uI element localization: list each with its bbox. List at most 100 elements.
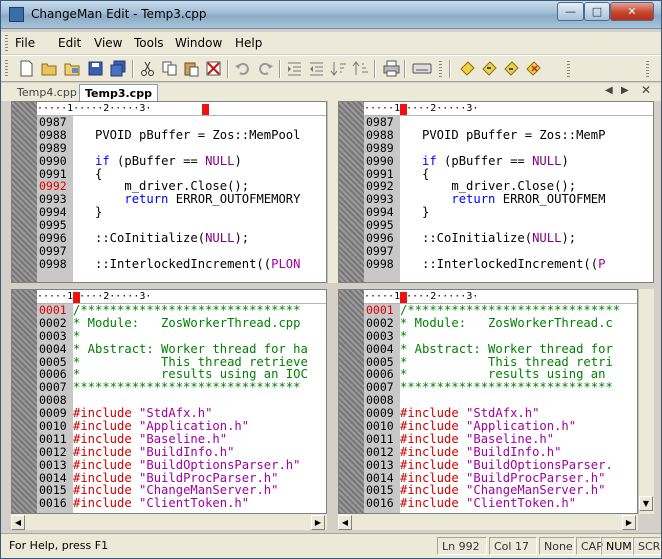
- code-line[interactable]: *****************************: [400, 381, 637, 394]
- code-line[interactable]: return ERROR_OUTOFMEM: [400, 193, 653, 206]
- status-scroll-lock: SCRL: [633, 537, 662, 555]
- paste-icon[interactable]: [183, 60, 200, 77]
- sort-ascending-icon[interactable]: [330, 60, 347, 77]
- save-icon[interactable]: [87, 60, 104, 77]
- window-title: ChangeMan Edit - Temp3.cpp: [31, 7, 207, 21]
- code-line[interactable]: return ERROR_OUTOFMEMORY: [73, 193, 326, 206]
- line-number-column: 0001 0002 0003 0004 0005 0006 0007 0008 0009 0010…: [364, 304, 400, 513]
- minimize-button[interactable]: —: [557, 2, 584, 21]
- editor-pane-top-right[interactable]: ·····1·····2·····3· 0987 0988 0989 0990 0991…: [338, 101, 654, 283]
- toolbar: [1, 55, 661, 82]
- open-folder-icon[interactable]: [41, 60, 58, 77]
- editor-pane-bottom-left[interactable]: ·····1·····2·····3· 0001 0002 0003 0004 0005…: [11, 289, 327, 514]
- outdent-icon[interactable]: [308, 60, 325, 77]
- tab-temp3-cpp[interactable]: Temp3.cpp: [79, 84, 158, 101]
- code-line[interactable]: * Module: ZosWorkerThread.c: [400, 316, 637, 330]
- code-line[interactable]: PVOID pBuffer = Zos::MemPool: [73, 128, 326, 142]
- copy-icon[interactable]: [161, 60, 178, 77]
- status-help-text: For Help, press F1: [9, 539, 109, 552]
- close-button[interactable]: ✕: [610, 2, 654, 21]
- code-line[interactable]: if (pBuffer == NULL): [73, 154, 326, 168]
- toolbar-grip-icon[interactable]: [5, 60, 8, 78]
- vertical-scrollbar[interactable]: ▼: [638, 289, 654, 514]
- code-area[interactable]: PVOID pBuffer = Zos::MemP if (pBuffer ==…: [400, 116, 653, 282]
- open-project-icon[interactable]: [64, 60, 81, 77]
- horizontal-scrollbar[interactable]: ◀ ▶: [11, 514, 327, 530]
- code-line[interactable]: [73, 142, 326, 155]
- pane-gutter: [339, 102, 364, 282]
- status-num-lock: NUM: [601, 537, 633, 555]
- code-line[interactable]: PVOID pBuffer = Zos::MemP: [400, 128, 653, 142]
- column-ruler: ·····1·····2·····3·: [37, 102, 326, 116]
- code-line[interactable]: ::CoInitialize(NULL);: [400, 232, 653, 245]
- save-all-icon[interactable]: [110, 60, 127, 77]
- editor-pane-top-left[interactable]: ·····1·····2·····3· 0987 0988 0989 0990 0991…: [11, 101, 327, 283]
- maximize-button[interactable]: □: [584, 2, 610, 21]
- pane-gutter: [12, 102, 37, 282]
- menubar-grip-icon[interactable]: [5, 35, 8, 51]
- menu-edit[interactable]: Edit: [58, 36, 81, 50]
- indent-icon[interactable]: [286, 60, 303, 77]
- cursor-column-marker: [73, 292, 80, 303]
- code-area[interactable]: PVOID pBuffer = Zos::MemPool if (pBuffer…: [73, 116, 326, 282]
- delete-icon[interactable]: [205, 60, 222, 77]
- keyboard-icon[interactable]: [412, 60, 432, 77]
- tab-scroll-right-icon[interactable]: ▶: [621, 85, 629, 96]
- menu-window[interactable]: Window: [175, 36, 222, 50]
- app-icon: [9, 7, 24, 22]
- code-line[interactable]: ::CoInitialize(NULL);: [73, 232, 326, 245]
- menu-help[interactable]: Help: [235, 36, 262, 50]
- code-line[interactable]: [73, 116, 326, 129]
- print-icon[interactable]: [383, 60, 400, 77]
- undo-icon[interactable]: [234, 60, 251, 77]
- code-line[interactable]: ::InterlockedIncrement((PLON: [73, 257, 326, 271]
- redo-icon[interactable]: [257, 60, 274, 77]
- sort-descending-icon[interactable]: [352, 60, 369, 77]
- editor-pane-bottom-right[interactable]: ·····1·····2·····3· 0001 0002 0003 0004 0005…: [338, 289, 638, 514]
- status-caps-lock: CAP: [576, 537, 603, 555]
- code-line[interactable]: if (pBuffer == NULL): [400, 154, 653, 168]
- horizontal-scrollbar[interactable]: ◀ ▶: [338, 514, 638, 530]
- menu-file[interactable]: File: [15, 36, 35, 50]
- toolbar-grip-icon[interactable]: [439, 61, 442, 77]
- code-line[interactable]: ::InterlockedIncrement((P: [400, 257, 653, 271]
- toolbar-grip-icon[interactable]: [567, 61, 570, 77]
- menu-view[interactable]: View: [94, 36, 122, 50]
- bookmark-clear-icon[interactable]: [525, 60, 542, 77]
- code-line[interactable]: [400, 142, 653, 155]
- cut-icon[interactable]: [139, 60, 156, 77]
- scroll-down-icon[interactable]: ▼: [639, 496, 653, 511]
- new-file-icon[interactable]: [18, 60, 35, 77]
- bookmark-previous-icon[interactable]: [503, 60, 520, 77]
- line-number-column: 0001 0002 0003 0004 0005 0006 0007 0008 0009 0010…: [37, 304, 73, 513]
- menu-bar: File Edit View Tools Window Help: [1, 32, 661, 54]
- toolbar-grip-icon[interactable]: [646, 61, 649, 77]
- code-line[interactable]: [400, 245, 653, 258]
- scroll-right-icon[interactable]: ▶: [622, 515, 636, 530]
- code-area[interactable]: /***************************** * Module: …: [400, 304, 637, 513]
- code-line[interactable]: *******************************: [73, 381, 326, 394]
- cursor-column-marker: [202, 104, 209, 115]
- scroll-right-icon[interactable]: ▶: [311, 515, 325, 530]
- tab-scroll-left-icon[interactable]: ◀: [605, 85, 613, 96]
- title-bar[interactable]: ChangeMan Edit - Temp3.cpp — □ ✕: [1, 1, 661, 29]
- column-ruler: ·····1·····2·····3·: [364, 102, 653, 116]
- code-line[interactable]: }: [400, 206, 653, 219]
- code-line[interactable]: #include "ClientToken.h": [400, 497, 637, 510]
- menu-tools[interactable]: Tools: [134, 36, 164, 50]
- code-line[interactable]: #include "ClientToken.h": [73, 497, 326, 510]
- line-number-column: 0987 0988 0989 0990 0991 0992 0993 0994 0995 0996…: [364, 116, 400, 282]
- tab-temp4-cpp[interactable]: Temp4.cpp: [12, 84, 82, 101]
- status-line: Ln 992: [437, 537, 487, 555]
- code-line[interactable]: }: [73, 206, 326, 219]
- code-line[interactable]: [400, 116, 653, 129]
- bookmark-toggle-icon[interactable]: [459, 60, 476, 77]
- bookmark-next-icon[interactable]: [481, 60, 498, 77]
- scroll-left-icon[interactable]: ◀: [338, 515, 352, 530]
- scroll-left-icon[interactable]: ◀: [11, 515, 25, 530]
- code-area[interactable]: /****************************** * Module:…: [73, 304, 326, 513]
- toolbar-separator: [449, 60, 451, 78]
- code-line[interactable]: * Module: ZosWorkerThread.cpp: [73, 316, 326, 330]
- cursor-column-marker: [400, 104, 407, 115]
- tab-close-icon[interactable]: ✕: [641, 83, 651, 97]
